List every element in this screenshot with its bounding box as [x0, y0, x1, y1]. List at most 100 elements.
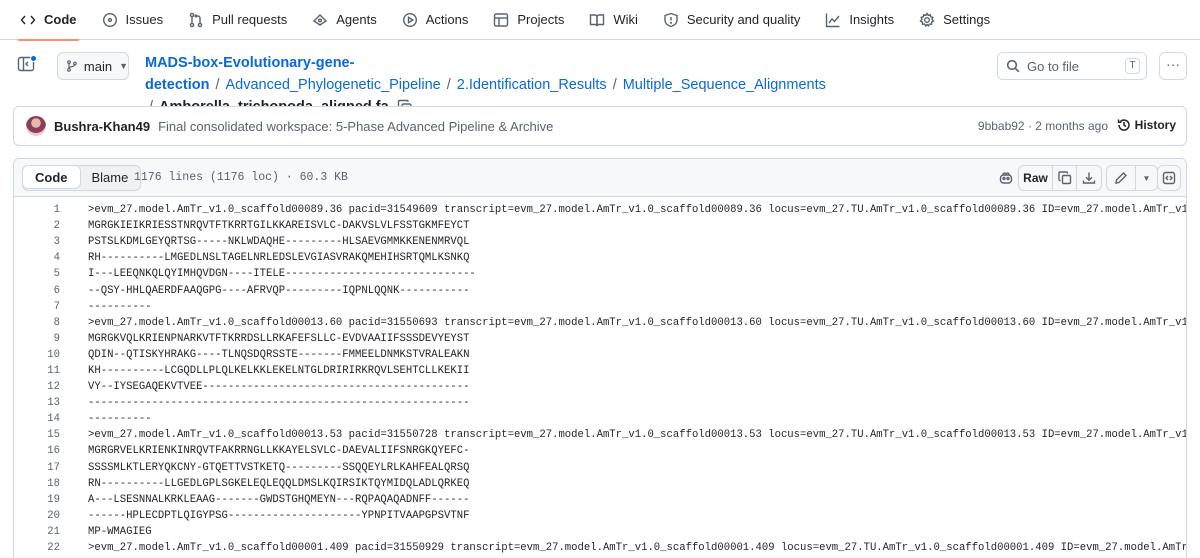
line-number[interactable]: 16	[14, 445, 70, 457]
line-content: --QSY-HHLQAERDFAAQGPG----AFRVQP---------…	[88, 284, 470, 297]
line-number[interactable]: 12	[14, 381, 70, 393]
tab-insights[interactable]: Insights	[825, 0, 894, 40]
line-number[interactable]: 21	[14, 526, 70, 538]
history-icon	[1117, 119, 1130, 131]
copilot-button[interactable]	[991, 165, 1021, 191]
commit-hash-time[interactable]: 9bbab92 · 2 months ago	[978, 119, 1108, 133]
line-number[interactable]: 4	[14, 252, 70, 264]
go-to-file-input[interactable]: Go to file T	[997, 52, 1147, 80]
issue-icon	[102, 12, 117, 27]
line-number[interactable]: 14	[14, 413, 70, 425]
line-content: KH----------LCGQDLLPLQLKELKKLEKELNTGLDRI…	[88, 364, 470, 377]
edit-button-group: ▼	[1106, 165, 1158, 191]
nav-label: Settings	[943, 12, 991, 27]
file-info: 1176 lines (1176 loc) · 60.3 KB	[134, 171, 348, 184]
tab-actions[interactable]: Actions	[402, 0, 468, 40]
code-line: 10 QDIN--QTISKYHRAKG----TLNQSDQRSSTE-----…	[14, 347, 1186, 363]
view-mode-toggle: Code Blame	[22, 165, 142, 191]
branch-selector[interactable]: main ▼	[57, 52, 129, 80]
line-number[interactable]: 13	[14, 397, 70, 409]
code-line: 21 MP-WMAGIEG	[14, 524, 1186, 540]
code-line: 7 ----------	[14, 299, 1186, 315]
line-number[interactable]: 8	[14, 317, 70, 329]
code-line: 4 RH----------LMGEDLNSLTAGELNRLEDSLEVGIAS…	[14, 250, 1186, 266]
raw-button[interactable]: Raw	[1019, 166, 1053, 190]
breadcrumb-dir-link[interactable]: Multiple_Sequence_Alignments	[623, 77, 826, 93]
copy-raw-button[interactable]	[1053, 166, 1077, 190]
code-line: 20 ------HPLECDPTLQIGYPSG----------------…	[14, 508, 1186, 524]
code-line: 14 ----------	[14, 411, 1186, 427]
line-number[interactable]: 6	[14, 285, 70, 297]
notification-dot	[30, 55, 37, 62]
code-line: 5 I---LEEQNKQLQYIMHQVDGN----ITELE--------…	[14, 266, 1186, 282]
line-number[interactable]: 10	[14, 349, 70, 361]
tab-issues[interactable]: Issues	[102, 0, 164, 40]
tab-code[interactable]: Code	[22, 165, 81, 189]
line-number[interactable]: 22	[14, 542, 70, 554]
commit-author[interactable]: Bushra-Khan49	[54, 119, 150, 134]
nav-label: Issues	[125, 12, 164, 27]
tab-settings[interactable]: Settings	[919, 0, 990, 40]
file-viewer: Code Blame 1176 lines (1176 loc) · 60.3 …	[13, 158, 1187, 558]
search-icon	[1006, 59, 1020, 73]
code-line: 6 --QSY-HHLQAERDFAAQGPG----AFRVQP--------…	[14, 282, 1186, 298]
line-number[interactable]: 19	[14, 494, 70, 506]
tab-pull-requests[interactable]: Pull requests	[188, 0, 287, 40]
tab-wiki[interactable]: Wiki	[589, 0, 638, 40]
repo-nav: Code Issues Pull requests Agents Actions Proj…	[0, 0, 1200, 41]
sidebar-toggle-icon[interactable]	[17, 55, 39, 77]
nav-label: Wiki	[613, 12, 638, 27]
tab-code[interactable]: Code	[18, 0, 78, 41]
avatar[interactable]	[26, 116, 46, 136]
line-content: >evm_27.model.AmTr_v1.0_scaffold00013.53…	[88, 429, 1187, 442]
nav-label: Security and quality	[686, 12, 801, 27]
history-button[interactable]: History	[1117, 118, 1176, 132]
nav-label: Insights	[849, 12, 895, 27]
keyboard-shortcut-badge: T	[1125, 58, 1140, 74]
line-number[interactable]: 3	[14, 236, 70, 248]
branch-icon	[67, 60, 77, 72]
line-content: SSSSMLKTLERYQKCNY-GTQETTVSTKETQ---------…	[88, 461, 470, 474]
tab-security-and-quality[interactable]: Security and quality	[663, 0, 800, 40]
code-line: 13 --------------------------------------…	[14, 395, 1186, 411]
symbols-panel-button[interactable]	[1157, 165, 1181, 191]
breadcrumb-separator: /	[612, 77, 617, 93]
code-line: 3 PSTSLKDMLGEYQRTSG-----NKLWDAQHE--------…	[14, 234, 1186, 250]
breadcrumb-dir-link[interactable]: Advanced_Phylogenetic_Pipeline	[225, 77, 440, 93]
line-number[interactable]: 17	[14, 462, 70, 474]
code-line: 9 MGRGKVQLKRIENPNARKVTFTKRRDSLLRKAFEFSLLC…	[14, 331, 1186, 347]
line-number[interactable]: 2	[14, 220, 70, 232]
more-options-button[interactable]: ···	[1159, 52, 1187, 80]
breadcrumb-separator: /	[215, 77, 220, 93]
code-line: 17 SSSSMLKTLERYQKCNY-GTQETTVSTKETQ-------…	[14, 460, 1186, 476]
download-button[interactable]	[1077, 166, 1101, 190]
line-number[interactable]: 9	[14, 333, 70, 345]
line-content: PSTSLKDMLGEYQRTSG-----NKLWDAQHE---------…	[88, 236, 470, 249]
nav-label: Agents	[336, 12, 377, 27]
line-number[interactable]: 1	[14, 204, 70, 216]
tab-blame[interactable]: Blame	[80, 166, 141, 190]
line-number[interactable]: 18	[14, 478, 70, 490]
agents-icon	[313, 13, 328, 26]
graph-icon	[826, 13, 840, 27]
tab-agents[interactable]: Agents	[312, 0, 377, 40]
line-number[interactable]: 7	[14, 301, 70, 313]
shield-icon	[664, 12, 678, 27]
nav-label: Projects	[517, 12, 565, 27]
tab-projects[interactable]: Projects	[493, 0, 564, 40]
gear-icon	[919, 11, 935, 27]
line-number[interactable]: 5	[14, 268, 70, 280]
line-content: QDIN--QTISKYHRAKG----TLNQSDQRSSTE-------…	[88, 348, 470, 361]
edit-dropdown-chevron-icon[interactable]: ▼	[1136, 166, 1157, 190]
copy-icon	[1057, 171, 1071, 185]
breadcrumb-dir-link[interactable]: 2.Identification_Results	[457, 77, 607, 93]
book-icon	[590, 13, 605, 26]
line-number[interactable]: 11	[14, 365, 70, 377]
line-number[interactable]: 15	[14, 429, 70, 441]
download-icon	[1082, 172, 1096, 184]
line-content: VY--IYSEGAQEKVTVEE----------------------…	[88, 381, 470, 394]
edit-button[interactable]	[1107, 166, 1136, 190]
line-number[interactable]: 20	[14, 510, 70, 522]
commit-message[interactable]: Final consolidated workspace: 5-Phase Ad…	[158, 119, 553, 134]
chevron-down-icon: ▼	[119, 61, 128, 71]
